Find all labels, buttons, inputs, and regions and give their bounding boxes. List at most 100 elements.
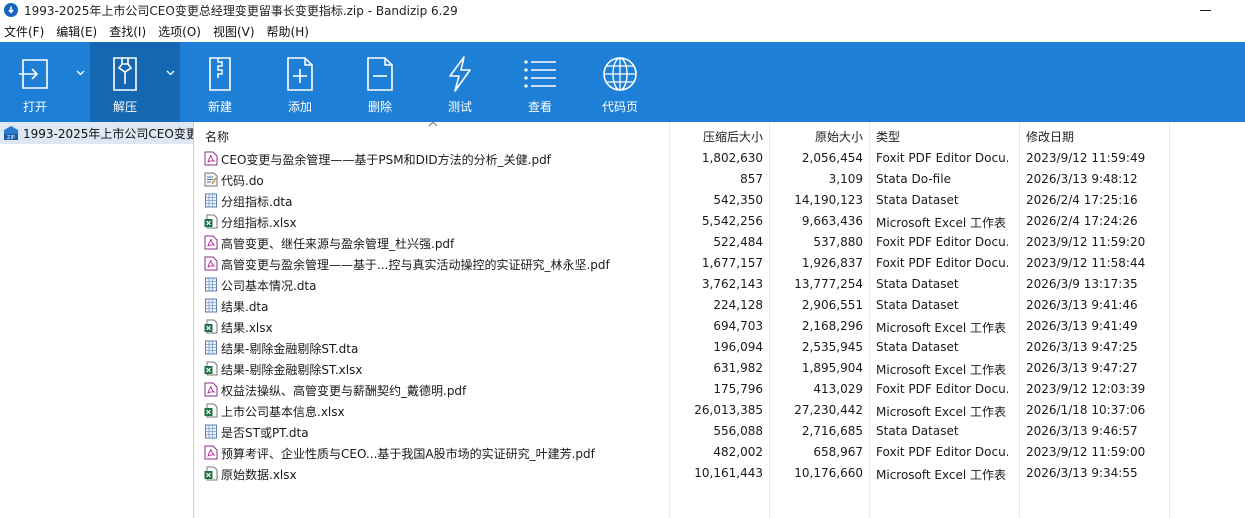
file-type: Microsoft Excel 工作表	[876, 405, 1007, 419]
chevron-down-icon	[166, 70, 174, 76]
file-original-size: 2,168,296	[801, 319, 863, 333]
open-button[interactable]: 打开	[0, 42, 70, 122]
test-label: 测试	[447, 100, 472, 114]
add-button[interactable]: 添加	[260, 42, 340, 122]
file-modified-date: 2023/9/12 11:59:49	[1026, 151, 1146, 165]
file-compressed-size: 10,161,443	[694, 466, 763, 480]
minimize-icon	[1199, 9, 1211, 11]
lightning-icon	[449, 56, 471, 92]
file-row[interactable]: 高管变更与盈余管理——基于...控与真实活动操控的实证研究_林永坚.pdf 1,6…	[198, 253, 1245, 274]
file-row[interactable]: 公司基本情况.dta 3,762,143 13,777,254 Stata Datas…	[198, 274, 1245, 295]
file-type: Foxit PDF Editor Docu...	[876, 151, 1008, 165]
file-modified-date: 2023/9/12 11:59:20	[1026, 235, 1146, 249]
file-original-size: 3,109	[828, 172, 863, 186]
dta-icon	[204, 193, 218, 208]
file-name: 公司基本情况.dta	[221, 279, 317, 293]
file-type: Stata Do-file	[876, 172, 951, 186]
menu-help[interactable]: 帮助(H)	[267, 23, 309, 40]
menu-edit[interactable]: 编辑(E)	[56, 23, 97, 40]
open-dropdown-button[interactable]	[70, 42, 90, 122]
file-modified-date: 2023/9/12 11:58:44	[1026, 256, 1146, 270]
menu-bar: 文件(F) 编辑(E) 查找(I) 选项(O) 视图(V) 帮助(H)	[0, 21, 1245, 41]
file-modified-date: 2026/3/13 9:41:46	[1026, 298, 1138, 312]
file-row[interactable]: 分组指标.dta 542,350 14,190,123 Stata Dataset 20…	[198, 190, 1245, 211]
file-original-size: 2,906,551	[801, 298, 863, 312]
excel-icon	[204, 361, 218, 376]
file-original-size: 9,663,436	[801, 214, 863, 228]
list-view-icon	[524, 60, 556, 88]
file-type: Stata Dataset	[876, 277, 959, 291]
column-header-name[interactable]: 名称	[205, 128, 229, 145]
file-name: 代码.do	[221, 174, 264, 188]
file-row[interactable]: 结果.dta 224,128 2,906,551 Stata Dataset 2026/…	[198, 295, 1245, 316]
dta-icon	[204, 277, 218, 292]
globe-icon	[603, 57, 637, 91]
file-row[interactable]: 高管变更、继任来源与盈余管理_杜兴强.pdf 522,484 537,880 Foxi…	[198, 232, 1245, 253]
file-name: 结果.xlsx	[221, 321, 273, 335]
file-compressed-size: 857	[740, 172, 763, 186]
menu-options[interactable]: 选项(O)	[158, 23, 201, 40]
delete-file-icon	[367, 57, 393, 91]
column-header-compressed[interactable]: 压缩后大小	[703, 128, 763, 145]
folder-tree: ZIP 1993-2025年上市公司CEO变更	[0, 122, 194, 518]
column-header-original[interactable]: 原始大小	[815, 128, 863, 145]
file-row[interactable]: 上市公司基本信息.xlsx 26,013,385 27,230,442 Microso…	[198, 400, 1245, 421]
svg-text:ZIP: ZIP	[7, 135, 15, 141]
excel-icon	[204, 319, 218, 334]
file-row[interactable]: 分组指标.xlsx 5,542,256 9,663,436 Microsoft Exc…	[198, 211, 1245, 232]
file-type: Stata Dataset	[876, 193, 959, 207]
file-row[interactable]: 预算考评、企业性质与CEO...基于我国A股市场的实证研究_叶建芳.pdf 482…	[198, 442, 1245, 463]
file-name: 结果-剔除金融剔除ST.dta	[221, 342, 359, 356]
menu-view[interactable]: 视图(V)	[213, 23, 255, 40]
file-compressed-size: 175,796	[713, 382, 763, 396]
menu-file[interactable]: 文件(F)	[4, 23, 44, 40]
file-original-size: 13,777,254	[794, 277, 863, 291]
delete-button[interactable]: 删除	[340, 42, 420, 122]
do-file-icon	[204, 172, 218, 187]
file-compressed-size: 482,002	[713, 445, 763, 459]
file-type: Stata Dataset	[876, 424, 959, 438]
file-name: 高管变更、继任来源与盈余管理_杜兴强.pdf	[221, 237, 455, 251]
file-row[interactable]: 结果-剔除金融剔除ST.xlsx 631,982 1,895,904 Microsof…	[198, 358, 1245, 379]
file-modified-date: 2026/3/13 9:48:12	[1026, 172, 1138, 186]
file-name: 原始数据.xlsx	[221, 468, 297, 482]
file-row[interactable]: 权益法操纵、高管变更与薪酬契约_戴德明.pdf 175,796 413,029 Fox…	[198, 379, 1245, 400]
file-original-size: 10,176,660	[794, 466, 863, 480]
file-row[interactable]: CEO变更与盈余管理——基于PSM和DID方法的分析_关健.pdf 1,802,6…	[198, 148, 1245, 169]
file-name: 分组指标.dta	[221, 195, 293, 209]
extract-dropdown-button[interactable]	[160, 42, 180, 122]
minimize-button[interactable]	[1197, 2, 1213, 18]
file-row[interactable]: 结果.xlsx 694,703 2,168,296 Microsoft Excel 工…	[198, 316, 1245, 337]
column-header-type[interactable]: 类型	[876, 128, 900, 145]
file-row[interactable]: 代码.do 857 3,109 Stata Do-file 2026/3/13 9:48…	[198, 169, 1245, 190]
file-type: Foxit PDF Editor Docu...	[876, 256, 1008, 270]
view-button[interactable]: 查看	[500, 42, 580, 122]
file-name: 预算考评、企业性质与CEO...基于我国A股市场的实证研究_叶建芳.pdf	[221, 447, 595, 461]
menu-find[interactable]: 查找(I)	[109, 23, 146, 40]
list-header: 名称 压缩后大小 原始大小 类型 修改日期	[198, 121, 1245, 146]
file-type: Foxit PDF Editor Docu...	[876, 382, 1008, 396]
tree-item-archive-root[interactable]: ZIP 1993-2025年上市公司CEO变更	[0, 122, 193, 144]
file-modified-date: 2026/3/9 13:17:35	[1026, 277, 1138, 291]
new-button[interactable]: 新建	[180, 42, 260, 122]
test-button[interactable]: 测试	[420, 42, 500, 122]
codepage-button[interactable]: 代码页	[580, 42, 660, 122]
file-original-size: 27,230,442	[794, 403, 863, 417]
file-row[interactable]: 原始数据.xlsx 10,161,443 10,176,660 Microsoft E…	[198, 463, 1245, 484]
file-type: Stata Dataset	[876, 340, 959, 354]
file-original-size: 1,926,837	[801, 256, 863, 270]
file-row[interactable]: 是否ST或PT.dta 556,088 2,716,685 Stata Dataset…	[198, 421, 1245, 442]
extract-button[interactable]: 解压	[90, 42, 160, 122]
file-compressed-size: 694,703	[713, 319, 763, 333]
new-label: 新建	[207, 100, 232, 114]
add-label: 添加	[287, 100, 312, 114]
view-label: 查看	[527, 100, 552, 114]
file-modified-date: 2023/9/12 11:59:00	[1026, 445, 1146, 459]
excel-icon	[204, 403, 218, 418]
column-header-modified[interactable]: 修改日期	[1026, 128, 1074, 145]
dta-icon	[204, 340, 218, 355]
file-row[interactable]: 结果-剔除金融剔除ST.dta 196,094 2,535,945 Stata Dat…	[198, 337, 1245, 358]
file-type: Foxit PDF Editor Docu...	[876, 445, 1008, 459]
extract-group: 解压	[90, 42, 180, 122]
new-archive-icon	[209, 57, 231, 91]
